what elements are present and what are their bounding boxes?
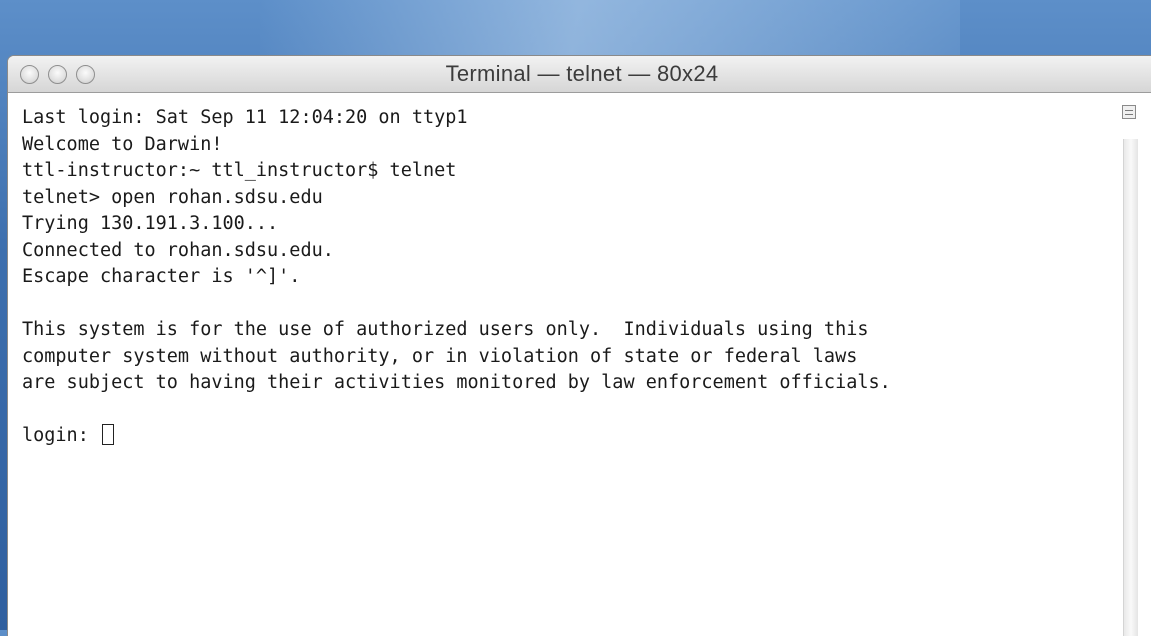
login-prompt: login: <box>22 425 100 446</box>
terminal-line: This system is for the use of authorized… <box>22 319 869 340</box>
terminal-line: telnet> open rohan.sdsu.edu <box>22 186 323 208</box>
title-bar[interactable]: Terminal — telnet — 80x24 <box>8 56 1151 93</box>
terminal-line: Connected to rohan.sdsu.edu. <box>22 239 334 261</box>
login-prompt-line[interactable]: login: <box>22 423 1120 450</box>
terminal-line: computer system without authority, or in… <box>22 345 858 367</box>
terminal-line: are subject to having their activities m… <box>22 372 891 393</box>
terminal-window: Terminal — telnet — 80x24 Last login: Sa… <box>8 56 1151 636</box>
terminal-line: Last login: Sat Sep 11 12:04:20 on ttyp1 <box>22 107 468 128</box>
scroll-track[interactable] <box>1123 139 1138 636</box>
terminal-line: Escape character is '^]'. <box>22 266 301 287</box>
terminal-line: ttl-instructor:~ ttl_instructor$ telnet <box>22 160 457 181</box>
terminal-line: Trying 130.191.3.100... <box>22 213 279 234</box>
terminal-line: Welcome to Darwin! <box>22 133 223 155</box>
cursor-block <box>101 424 114 445</box>
terminal-output[interactable]: Last login: Sat Sep 11 12:04:20 on ttyp1… <box>8 93 1120 636</box>
scrollbar[interactable] <box>1120 93 1151 636</box>
resize-widget-icon[interactable] <box>1122 105 1136 119</box>
window-title: Terminal — telnet — 80x24 <box>445 61 719 86</box>
